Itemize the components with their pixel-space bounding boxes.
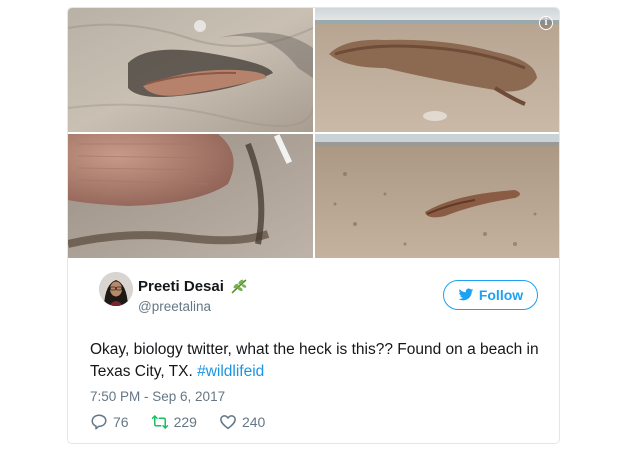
- display-name-text[interactable]: Preeti Desai: [138, 278, 224, 295]
- follow-label: Follow: [478, 287, 524, 303]
- tweet-body: Okay, biology twitter, what the heck is …: [90, 341, 539, 380]
- avatar[interactable]: [99, 272, 133, 306]
- display-name[interactable]: Preeti Desai: [138, 278, 248, 295]
- author-handle[interactable]: @preetalina: [138, 299, 211, 314]
- retweet-icon: [151, 415, 168, 429]
- twitter-bird-icon: [458, 288, 474, 301]
- follow-button[interactable]: Follow: [443, 280, 538, 310]
- tweet-text: Okay, biology twitter, what the heck is …: [90, 339, 540, 383]
- photo-4[interactable]: [315, 134, 559, 258]
- reply-icon: [91, 414, 107, 430]
- herb-icon: [230, 278, 248, 294]
- retweet-button[interactable]: 229: [151, 413, 197, 431]
- like-count: 240: [241, 414, 266, 430]
- photo-2[interactable]: i: [315, 8, 559, 132]
- hashtag-link[interactable]: #wildlifeid: [197, 363, 264, 380]
- reply-count: 76: [113, 414, 129, 430]
- reply-button[interactable]: 76: [90, 413, 129, 431]
- tweet-card: i Preeti Desai @preetalina Follow Okay, …: [67, 7, 560, 444]
- media-grid: i: [68, 8, 559, 258]
- tweet-timestamp[interactable]: 7:50 PM - Sep 6, 2017: [90, 389, 225, 404]
- like-button[interactable]: 240: [219, 413, 265, 431]
- photo-1[interactable]: [68, 8, 313, 132]
- tweet-actions: 76 229 240: [90, 413, 287, 431]
- photo-3[interactable]: [68, 134, 313, 258]
- info-icon[interactable]: i: [539, 16, 553, 30]
- heart-icon: [220, 415, 236, 430]
- retweet-count: 229: [173, 414, 197, 430]
